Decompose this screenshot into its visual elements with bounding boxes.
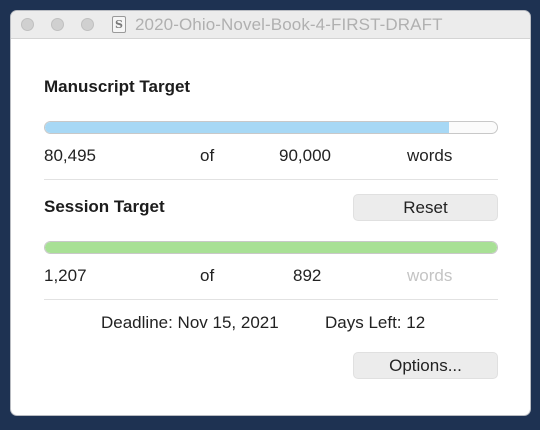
project-targets-window: S 2020-Ohio-Novel-Book-4-FIRST-DRAFT Man…	[10, 10, 531, 416]
reset-button[interactable]: Reset	[353, 194, 498, 221]
days-left-label: Days Left: 12	[325, 313, 426, 332]
manuscript-count-row: 80,495 of 90,000 words	[44, 146, 498, 168]
divider	[44, 299, 498, 300]
deadline-label: Deadline: Nov 15, 2021	[101, 313, 279, 332]
manuscript-target-field[interactable]: 90,000	[279, 146, 331, 166]
scrivener-document-icon: S	[112, 16, 126, 33]
divider	[44, 179, 498, 180]
session-current-count: 1,207	[44, 266, 87, 285]
title-bar[interactable]: S 2020-Ohio-Novel-Book-4-FIRST-DRAFT	[11, 11, 530, 39]
options-button[interactable]: Options...	[353, 352, 498, 379]
window-title: 2020-Ohio-Novel-Book-4-FIRST-DRAFT	[135, 15, 443, 34]
session-target-field[interactable]: 892	[293, 266, 321, 286]
manuscript-progress-bar	[44, 121, 498, 134]
session-progress-fill	[45, 242, 497, 253]
session-count-row: 1,207 of 892 words	[44, 266, 498, 288]
manuscript-progress-fill	[45, 122, 450, 133]
session-progress-bar	[44, 241, 498, 254]
minimize-window-button[interactable]	[51, 18, 64, 31]
session-target-heading: Session Target	[44, 197, 165, 216]
manuscript-unit-selector[interactable]: words	[407, 146, 452, 166]
close-window-button[interactable]	[21, 18, 34, 31]
manuscript-current-count: 80,495	[44, 146, 96, 165]
zoom-window-button[interactable]	[81, 18, 94, 31]
session-of-label: of	[200, 266, 215, 285]
manuscript-of-label: of	[200, 146, 215, 165]
session-unit-label: words	[407, 266, 453, 285]
manuscript-target-heading: Manuscript Target	[44, 77, 191, 96]
